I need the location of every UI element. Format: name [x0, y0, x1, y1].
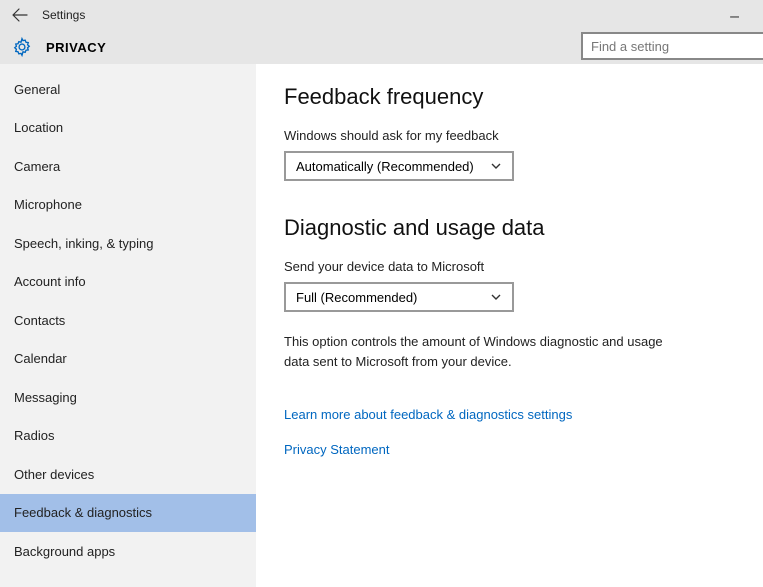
sidebar-item-messaging[interactable]: Messaging	[0, 378, 256, 417]
header: PRIVACY Find a setting	[0, 30, 763, 64]
sidebar-item-label: Radios	[14, 428, 54, 443]
body: General Location Camera Microphone Speec…	[0, 64, 763, 587]
search-input[interactable]: Find a setting	[581, 32, 763, 60]
sidebar-item-radios[interactable]: Radios	[0, 417, 256, 456]
sidebar-item-label: General	[14, 82, 60, 97]
sidebar-item-feedback-diagnostics[interactable]: Feedback & diagnostics	[0, 494, 256, 533]
learn-more-link[interactable]: Learn more about feedback & diagnostics …	[284, 407, 735, 422]
section-diagnostic-data: Diagnostic and usage data Send your devi…	[284, 215, 735, 371]
sidebar-item-label: Speech, inking, & typing	[14, 236, 153, 251]
privacy-statement-link[interactable]: Privacy Statement	[284, 442, 735, 457]
settings-gear-icon[interactable]	[12, 37, 32, 57]
sidebar-item-label: Messaging	[14, 390, 77, 405]
feedback-frequency-dropdown[interactable]: Automatically (Recommended)	[284, 151, 514, 181]
section-feedback-frequency: Feedback frequency Windows should ask fo…	[284, 84, 735, 181]
sidebar-item-label: Background apps	[14, 544, 115, 559]
sidebar-item-label: Microphone	[14, 197, 82, 212]
search-placeholder: Find a setting	[591, 39, 669, 54]
diagnostic-data-description: This option controls the amount of Windo…	[284, 332, 664, 371]
sidebar-item-location[interactable]: Location	[0, 109, 256, 148]
gear-icon	[12, 37, 32, 57]
chevron-down-icon	[490, 291, 502, 303]
sidebar-item-label: Camera	[14, 159, 60, 174]
chevron-down-icon	[490, 160, 502, 172]
dropdown-value: Full (Recommended)	[296, 290, 417, 305]
dropdown-value: Automatically (Recommended)	[296, 159, 474, 174]
sidebar-item-account-info[interactable]: Account info	[0, 263, 256, 302]
section-heading: Diagnostic and usage data	[284, 215, 735, 241]
title-bar: Settings –	[0, 0, 763, 30]
sidebar-item-general[interactable]: General	[0, 70, 256, 109]
window-title: Settings	[42, 8, 85, 22]
sidebar-item-label: Other devices	[14, 467, 94, 482]
diagnostic-data-label: Send your device data to Microsoft	[284, 259, 735, 274]
diagnostic-data-dropdown[interactable]: Full (Recommended)	[284, 282, 514, 312]
sidebar-item-label: Account info	[14, 274, 86, 289]
sidebar: General Location Camera Microphone Speec…	[0, 64, 256, 587]
back-arrow-icon	[12, 7, 28, 23]
sidebar-item-label: Location	[14, 120, 63, 135]
content: Feedback frequency Windows should ask fo…	[256, 64, 763, 587]
feedback-frequency-label: Windows should ask for my feedback	[284, 128, 735, 143]
sidebar-item-calendar[interactable]: Calendar	[0, 340, 256, 379]
sidebar-item-speech[interactable]: Speech, inking, & typing	[0, 224, 256, 263]
minimize-button[interactable]: –	[730, 8, 739, 26]
sidebar-item-other-devices[interactable]: Other devices	[0, 455, 256, 494]
section-heading: Feedback frequency	[284, 84, 735, 110]
sidebar-item-label: Feedback & diagnostics	[14, 505, 152, 520]
sidebar-item-camera[interactable]: Camera	[0, 147, 256, 186]
category-title: PRIVACY	[46, 40, 106, 55]
sidebar-item-label: Contacts	[14, 313, 65, 328]
sidebar-item-label: Calendar	[14, 351, 67, 366]
back-button[interactable]	[8, 3, 32, 27]
sidebar-item-contacts[interactable]: Contacts	[0, 301, 256, 340]
sidebar-item-background-apps[interactable]: Background apps	[0, 532, 256, 571]
sidebar-item-microphone[interactable]: Microphone	[0, 186, 256, 225]
